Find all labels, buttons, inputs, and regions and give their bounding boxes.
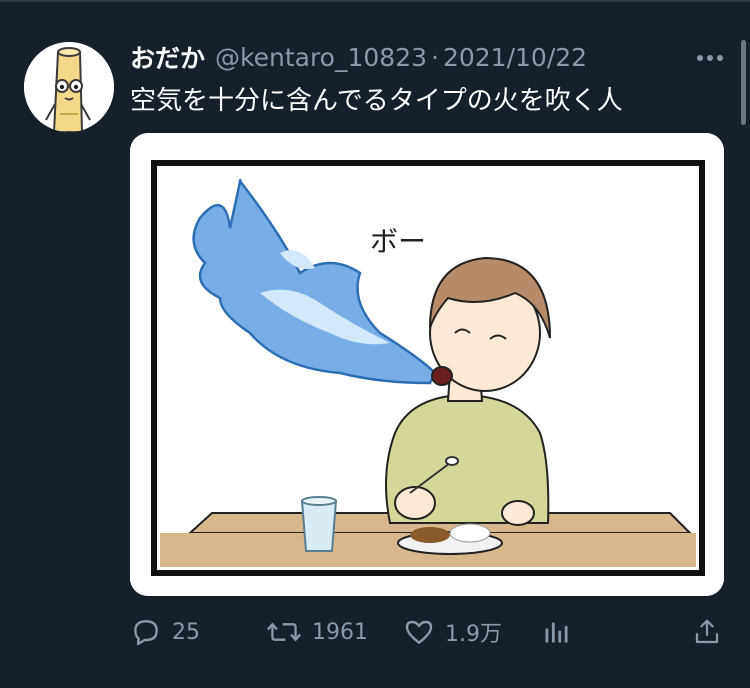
like-button[interactable]: 1.9万: [403, 610, 502, 654]
rice: [449, 523, 491, 543]
retweet-icon: [267, 622, 301, 642]
share-button[interactable]: [692, 610, 722, 654]
tweet-actions: 25 1961 1.9万: [130, 610, 724, 654]
comic-illustration: ボー: [130, 133, 724, 596]
author-avatar[interactable]: [24, 42, 114, 132]
sound-effect-text: ボー: [370, 225, 426, 258]
avatar-character-icon: [24, 42, 114, 132]
curry: [410, 527, 450, 543]
heart-icon: [405, 620, 433, 644]
top-divider: [0, 0, 750, 2]
retweet-count: 1961: [312, 619, 368, 645]
tweet-date[interactable]: 2021/10/22: [443, 43, 587, 72]
share-icon: [695, 619, 719, 644]
like-count: 1.9万: [445, 622, 502, 647]
analytics-button[interactable]: [542, 610, 570, 654]
author-display-name[interactable]: おだか: [130, 39, 205, 75]
reply-count: 25: [172, 619, 200, 645]
analytics-icon: [545, 622, 568, 643]
retweet-button[interactable]: 1961: [266, 610, 368, 654]
author-handle[interactable]: @kentaro_10823: [215, 43, 427, 72]
tweet-text: 空気を十分に含んでるタイプの火を吹く人: [130, 86, 623, 116]
more-button[interactable]: [694, 44, 726, 72]
more-icon: [697, 55, 723, 61]
scrollbar[interactable]: [741, 40, 746, 125]
tweet-header: おだか @kentaro_10823 · 2021/10/22: [130, 40, 587, 74]
tweet-media[interactable]: ボー: [130, 133, 724, 596]
water-glass: [300, 500, 338, 552]
reply-button[interactable]: 25: [130, 610, 200, 654]
reply-icon: [134, 620, 158, 646]
header-separator: ·: [431, 42, 439, 72]
